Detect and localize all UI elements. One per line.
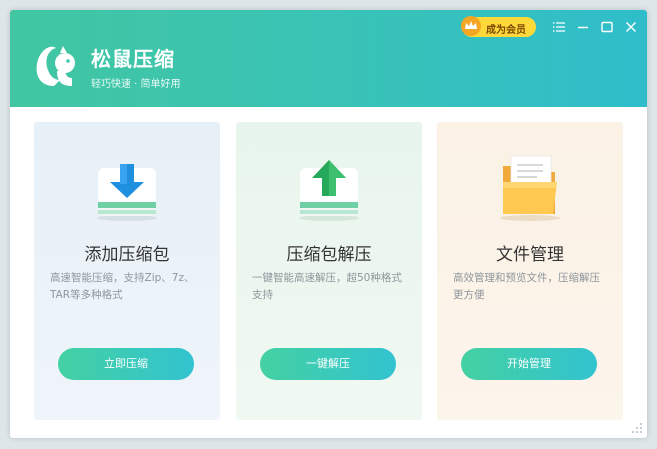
card-title: 添加压缩包: [84, 245, 170, 265]
card-description: 高速智能压缩，支持Zip、7z、TAR等多种格式: [50, 272, 195, 301]
start-manage-button[interactable]: 开始管理: [461, 348, 597, 380]
app-window: 松鼠压缩 轻巧快速 · 简单好用 成为会员 添加压缩包 高速智能压缩，支持Zip…: [10, 10, 647, 438]
crown-icon: [461, 16, 481, 36]
file-management-card[interactable]: 文件管理 高效管理和预览文件，压缩解压更方便 开始管理: [437, 122, 623, 420]
one-click-extract-button[interactable]: 一键解压: [260, 348, 396, 380]
become-member-button[interactable]: 成为会员: [461, 16, 536, 37]
extract-archive-card[interactable]: 压缩包解压 一键智能高速解压，超50种格式支持 一键解压: [236, 122, 422, 420]
minimize-icon[interactable]: [575, 19, 591, 35]
card-description: 一键智能高速解压，超50种格式支持: [252, 272, 402, 301]
download-arrow-drive-icon: [97, 164, 157, 221]
folder-icon: [500, 155, 560, 221]
resize-grip-icon[interactable]: [631, 422, 643, 434]
menu-icon[interactable]: [551, 19, 567, 35]
maximize-icon[interactable]: [599, 19, 615, 35]
card-title: 文件管理: [496, 245, 564, 265]
compress-now-button[interactable]: 立即压缩: [58, 348, 194, 380]
close-icon[interactable]: [623, 19, 639, 35]
card-description: 高效管理和预览文件，压缩解压更方便: [453, 272, 600, 301]
vip-label: 成为会员: [486, 25, 526, 36]
app-slogan: 轻巧快速 · 简单好用: [91, 79, 181, 90]
card-title: 压缩包解压: [286, 245, 372, 265]
upload-arrow-drive-icon: [299, 160, 359, 221]
squirrel-logo-icon: [36, 46, 75, 86]
app-title: 松鼠压缩: [91, 47, 175, 71]
add-archive-card[interactable]: 添加压缩包 高速智能压缩，支持Zip、7z、TAR等多种格式 立即压缩: [34, 122, 220, 420]
header-bar[interactable]: 松鼠压缩 轻巧快速 · 简单好用 成为会员: [10, 10, 647, 107]
